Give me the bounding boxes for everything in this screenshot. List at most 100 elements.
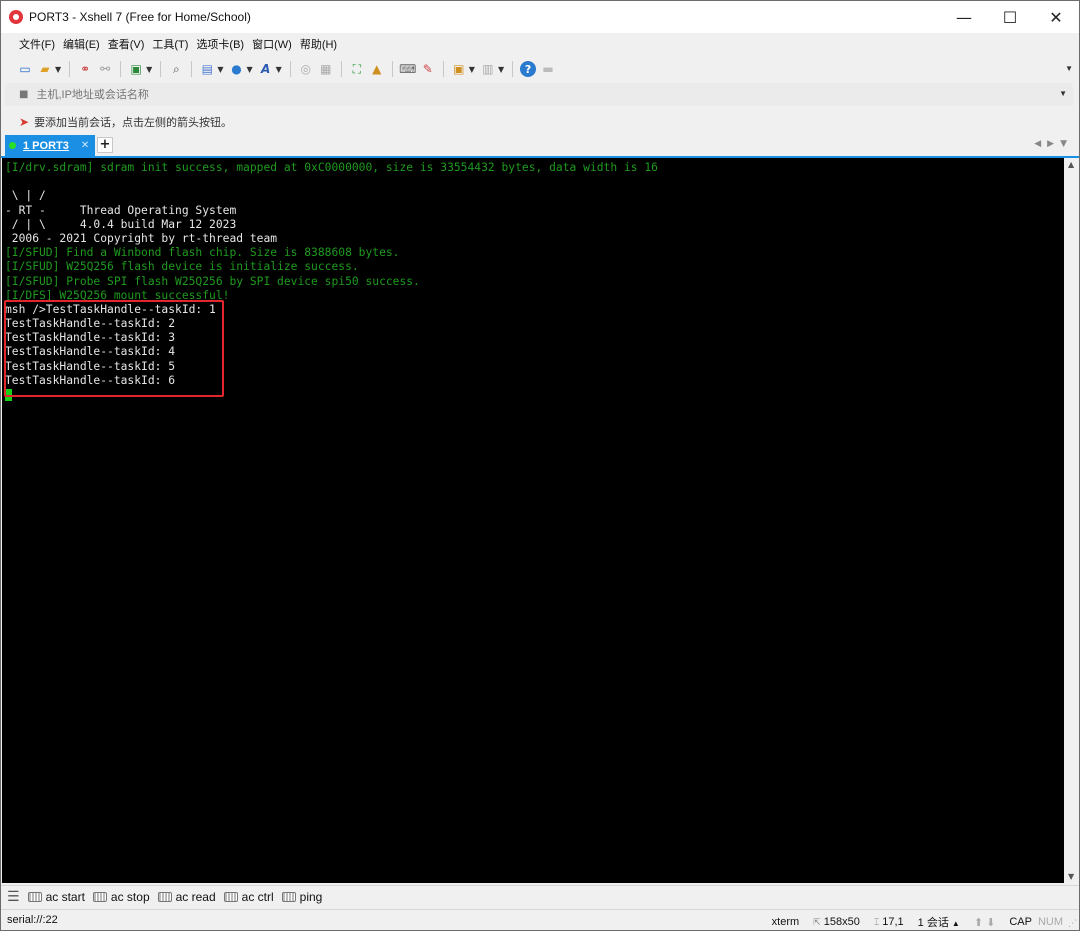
- layout-icon[interactable]: ▥: [480, 61, 496, 77]
- tab-navigation-icons[interactable]: ◀▶▼: [1034, 139, 1073, 149]
- properties-icon[interactable]: ▤: [199, 61, 215, 77]
- terminal-view[interactable]: [I/drv.sdram] sdram init success, mapped…: [2, 158, 1064, 883]
- highlight-icon[interactable]: ✎: [420, 61, 436, 77]
- globe-icon[interactable]: ●: [228, 61, 244, 77]
- quick-command-bar: ☰ ac start ac stop ac read ac ctrl ping: [1, 885, 1079, 908]
- host-input[interactable]: [34, 87, 939, 102]
- toolbar-divider: [69, 61, 71, 77]
- terminal-type: xterm: [771, 916, 800, 928]
- menu-help[interactable]: 帮助(H): [300, 36, 337, 52]
- keyboard-icon: [281, 892, 296, 902]
- nav-arrows-icon[interactable]: ⬆ ⬇: [974, 916, 996, 929]
- quick-command-button[interactable]: ac ctrl: [223, 890, 274, 904]
- lock-icon[interactable]: ▲: [369, 61, 385, 77]
- minimize-button[interactable]: —: [941, 1, 987, 33]
- toolbar: ▭ ▰ ▼ ⚭ ⚯ ▣ ▼ ⌕ ▤ ▼ ● ▼ A ▼ ◎ ▦ ⛶ ▲ ⌨ ✎ …: [1, 56, 1079, 82]
- tip-text: 要添加当前会话，点击左侧的箭头按钮。: [34, 117, 233, 129]
- connect-icon[interactable]: ⚭: [77, 61, 93, 77]
- font-icon[interactable]: A: [258, 61, 274, 77]
- lock-icon: ■: [19, 89, 29, 100]
- quick-command-label: ping: [299, 890, 323, 904]
- menu-bar: 文件(F) 编辑(E) 查看(V) 工具(T) 选项卡(B) 窗口(W) 帮助(…: [1, 33, 1079, 55]
- chevron-down-icon[interactable]: ▼: [246, 65, 252, 74]
- session-count-value: 1 会话: [917, 917, 949, 929]
- chevron-down-icon[interactable]: ▼: [1065, 64, 1073, 73]
- chevron-down-icon[interactable]: ▼: [276, 65, 282, 74]
- chevron-down-icon[interactable]: ▼: [1059, 89, 1067, 98]
- quick-command-button[interactable]: ac read: [157, 890, 216, 904]
- resize-grip-icon[interactable]: ⋰: [1068, 919, 1077, 929]
- script-icon[interactable]: ▣: [451, 61, 467, 77]
- quick-command-button[interactable]: ac start: [27, 890, 85, 904]
- cursor-position-value: 17,1: [882, 916, 904, 928]
- caps-indicator: CAP: [1009, 916, 1032, 928]
- new-session-icon[interactable]: ▭: [17, 61, 33, 77]
- chevron-down-icon[interactable]: ▼: [217, 65, 223, 74]
- session-count[interactable]: 1 会话 ▲: [918, 914, 960, 930]
- tab-bar: 1 PORT3 ✕ + ◀▶▼: [1, 135, 1079, 158]
- terminal-line: [I/SFUD] Probe SPI flash W25Q256 by SPI …: [5, 274, 420, 288]
- transfer-icon[interactable]: ▦: [318, 61, 334, 77]
- toolbar-divider: [340, 61, 342, 77]
- quick-command-label: ac read: [175, 890, 216, 904]
- terminal-line: [I/drv.sdram] sdram init success, mapped…: [5, 161, 658, 174]
- quick-command-button[interactable]: ac stop: [92, 890, 150, 904]
- chevron-down-icon[interactable]: ▼: [469, 65, 475, 74]
- chevron-down-icon[interactable]: ▼: [498, 65, 504, 74]
- chat-icon[interactable]: ▬: [540, 61, 556, 77]
- fullscreen-icon[interactable]: ⛶: [349, 61, 365, 77]
- num-indicator: NUM: [1037, 916, 1063, 928]
- add-session-arrow-icon[interactable]: ➤: [19, 115, 29, 129]
- maximize-button[interactable]: ☐: [987, 1, 1033, 33]
- menu-tools[interactable]: 工具(T): [152, 36, 188, 52]
- menu-window[interactable]: 窗口(W): [252, 36, 292, 52]
- help-icon[interactable]: ?: [520, 61, 537, 77]
- disconnect-icon[interactable]: ⚯: [97, 61, 113, 77]
- cursor-icon: ⌶: [873, 918, 880, 928]
- chevron-down-icon[interactable]: ▼: [146, 65, 152, 74]
- quick-commands-menu-icon[interactable]: ☰: [7, 889, 20, 905]
- xftp-icon[interactable]: ◎: [298, 61, 314, 77]
- address-bar: ■ ▼: [5, 83, 1073, 106]
- terminal-line: \ | /: [5, 189, 46, 203]
- tab-label: 1 PORT3: [23, 139, 69, 152]
- search-icon[interactable]: ⌕: [168, 61, 184, 77]
- connection-string: serial://:22: [7, 914, 58, 926]
- terminal-line: [I/SFUD] W25Q256 flash device is initial…: [5, 260, 359, 274]
- toolbar-divider: [120, 61, 122, 77]
- status-right: xterm ⇱ 158x50 ⌶ 17,1 1 会话 ▲ ⬆ ⬇ CAP NUM: [758, 914, 1063, 930]
- xshell-logo-icon: [9, 10, 23, 24]
- terminal-line: / | \ 4.0.4 build Mar 12 2023: [5, 217, 237, 231]
- scroll-up-icon[interactable]: ▲: [1068, 160, 1074, 169]
- highlight-annotation-box: [4, 300, 224, 397]
- scroll-down-icon[interactable]: ▼: [1068, 872, 1074, 881]
- cursor-position: ⌶ 17,1: [874, 916, 904, 928]
- open-folder-icon[interactable]: ▰: [37, 61, 53, 77]
- toolbar-divider: [289, 61, 291, 77]
- keyboard-icon: [27, 892, 42, 902]
- quick-command-button[interactable]: ping: [281, 890, 323, 904]
- keyboard-icon[interactable]: ⌨: [399, 61, 416, 77]
- reconnect-icon[interactable]: ▣: [128, 61, 144, 77]
- keyboard-icon: [92, 892, 107, 902]
- menu-edit[interactable]: 编辑(E): [63, 36, 100, 52]
- keyboard-icon: [223, 892, 238, 902]
- terminal-scrollbar[interactable]: ▲ ▼: [1065, 158, 1079, 883]
- tab-close-icon[interactable]: ✕: [81, 140, 89, 151]
- quick-command-label: ac stop: [110, 890, 150, 904]
- status-bar: serial://:22 xterm ⇱ 158x50 ⌶ 17,1 1 会话 ▲ …: [1, 909, 1079, 931]
- quick-command-label: ac start: [45, 890, 85, 904]
- size-icon: ⇱: [813, 918, 821, 928]
- toolbar-divider: [191, 61, 193, 77]
- quick-command-label: ac ctrl: [241, 890, 274, 904]
- terminal-line: [I/SFUD] Find a Winbond flash chip. Size…: [5, 246, 400, 260]
- add-tab-button[interactable]: +: [97, 137, 113, 153]
- tab-port3[interactable]: 1 PORT3 ✕: [5, 135, 95, 156]
- chevron-down-icon[interactable]: ▼: [55, 65, 61, 74]
- close-button[interactable]: ✕: [1033, 1, 1079, 33]
- menu-view[interactable]: 查看(V): [108, 36, 145, 52]
- title-bar: PORT3 - Xshell 7 (Free for Home/School) …: [1, 1, 1079, 33]
- menu-tab[interactable]: 选项卡(B): [196, 36, 244, 52]
- menu-file[interactable]: 文件(F): [19, 36, 55, 52]
